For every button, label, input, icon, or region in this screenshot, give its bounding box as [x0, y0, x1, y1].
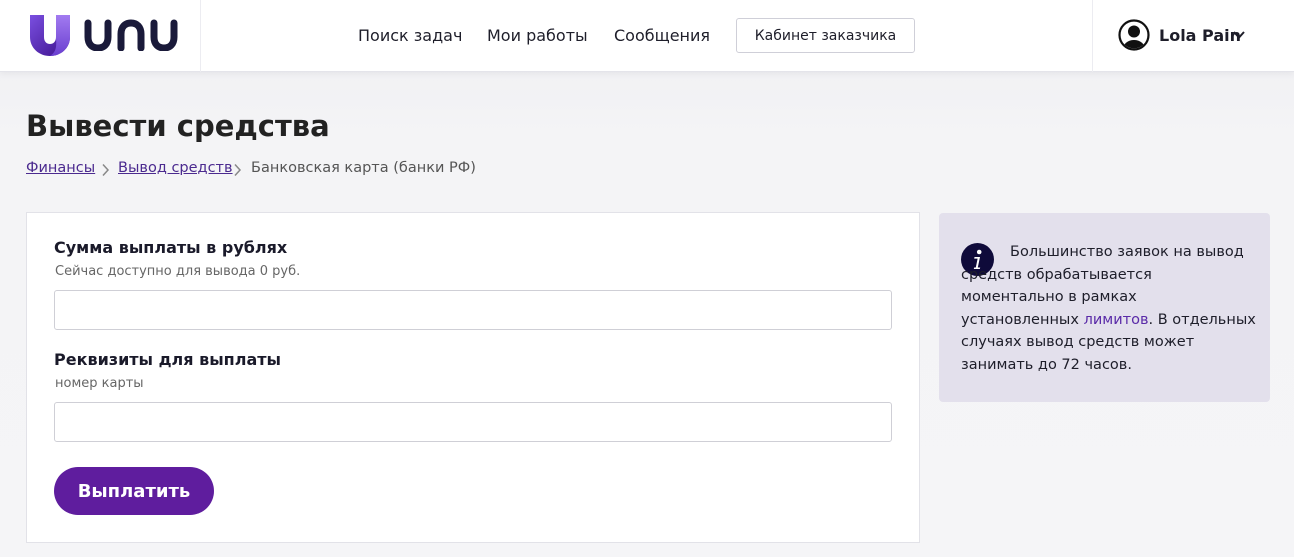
withdraw-form: Сумма выплаты в рублях Сейчас доступно д… [26, 212, 920, 543]
user-menu[interactable]: Lola Pain [1092, 0, 1294, 72]
info-panel: Большинство заявок на вывод средств обра… [939, 213, 1270, 402]
breadcrumb-finances[interactable]: Финансы [26, 160, 95, 176]
pay-button[interactable]: Выплатить [54, 467, 214, 515]
breadcrumb-withdrawal[interactable]: Вывод средств [118, 160, 233, 176]
page-title: Вывести средства [26, 109, 330, 143]
user-name: Lola Pain [1159, 26, 1242, 45]
details-label: Реквизиты для выплаты [54, 350, 281, 369]
avatar-icon [1118, 19, 1150, 51]
chevron-right-icon [234, 163, 242, 177]
details-hint: номер карты [55, 376, 144, 391]
breadcrumb-current: Банковская карта (банки РФ) [251, 160, 476, 176]
top-header: Поиск задач Мои работы Сообщения Кабинет… [0, 0, 1294, 72]
unu-logo-icon [30, 15, 70, 56]
limits-link[interactable]: лимитов [1084, 312, 1149, 328]
unu-wordmark [84, 19, 178, 51]
amount-label: Сумма выплаты в рублях [54, 238, 288, 257]
customer-cabinet-button[interactable]: Кабинет заказчика [736, 18, 915, 53]
chevron-down-icon [1233, 31, 1245, 39]
nav-my-works[interactable]: Мои работы [487, 26, 588, 45]
info-text: Большинство заявок на вывод средств обра… [961, 241, 1257, 376]
chevron-right-icon [102, 163, 110, 177]
logo[interactable] [2, 0, 201, 72]
nav-messages[interactable]: Сообщения [614, 26, 710, 45]
card-number-input[interactable] [54, 402, 892, 442]
amount-hint: Сейчас доступно для вывода 0 руб. [55, 264, 301, 279]
amount-input[interactable] [54, 290, 892, 330]
nav-task-search[interactable]: Поиск задач [358, 26, 462, 45]
